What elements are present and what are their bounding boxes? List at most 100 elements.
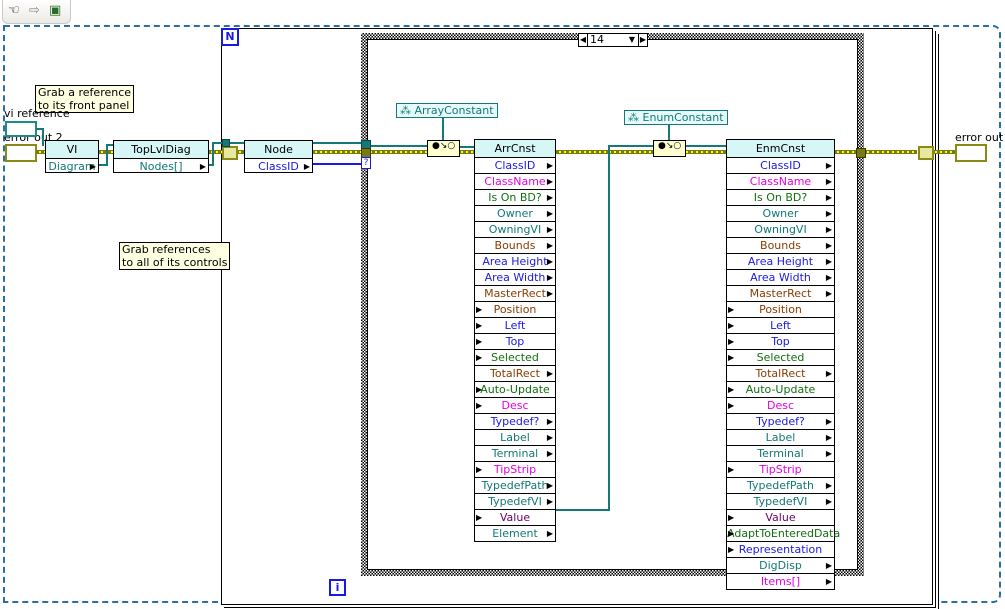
- reference-wire: [42, 128, 44, 146]
- property-row[interactable]: OwningVI ▶: [727, 222, 834, 238]
- case-selector-terminal[interactable]: ?: [361, 157, 371, 169]
- output-arrow-icon: ▶: [546, 273, 553, 282]
- property-row[interactable]: TotalRect ▶: [727, 366, 834, 382]
- property-row[interactable]: Is On BD? ▶: [475, 190, 555, 206]
- property-row[interactable]: MasterRect ▶: [727, 286, 834, 302]
- property-row[interactable]: TypedefVI ▶: [475, 494, 555, 510]
- case-next-arrow-icon[interactable]: ▶: [638, 34, 647, 46]
- run-arrow-icon[interactable]: ⇨: [29, 3, 40, 19]
- property-row[interactable]: Typedef? ▶: [727, 414, 834, 430]
- shift-register-left[interactable]: [222, 146, 238, 160]
- shift-register-right[interactable]: [918, 146, 934, 160]
- property-row[interactable]: ▶ Auto-Update: [475, 382, 555, 398]
- property-row[interactable]: MasterRect ▶: [475, 286, 555, 302]
- property-row[interactable]: OwningVI ▶: [475, 222, 555, 238]
- hand-operate-icon[interactable]: ☜: [8, 3, 20, 19]
- property-row[interactable]: Bounds ▶: [727, 238, 834, 254]
- output-arrow-icon: ▶: [825, 561, 832, 570]
- toplvldiag-property-node[interactable]: TopLvlDiag Nodes[] ▶: [113, 140, 209, 173]
- property-row[interactable]: ClassID ▶: [475, 158, 555, 174]
- property-nodes[interactable]: Nodes[] ▶: [114, 159, 208, 174]
- array-constant-class[interactable]: ⁂ ArrayConstant: [396, 103, 498, 118]
- classid-wire: [312, 163, 362, 165]
- property-row[interactable]: DigDisp ▶: [727, 558, 834, 574]
- property-row[interactable]: Terminal ▶: [727, 446, 834, 462]
- property-row[interactable]: ▶ Selected: [475, 350, 555, 366]
- output-arrow-icon: ▶: [199, 162, 206, 171]
- property-row[interactable]: ▶ Representation: [727, 542, 834, 558]
- enum-constant-class[interactable]: ⁂ EnumConstant: [624, 110, 728, 125]
- property-row[interactable]: Bounds ▶: [475, 238, 555, 254]
- property-row[interactable]: Area Height ▶: [475, 254, 555, 270]
- property-row[interactable]: Typedef? ▶: [475, 414, 555, 430]
- property-row[interactable]: ▶ Value: [727, 510, 834, 526]
- output-arrow-icon: ▶: [825, 449, 832, 458]
- property-row[interactable]: Area Width ▶: [475, 270, 555, 286]
- error-wire: [458, 150, 474, 154]
- property-row[interactable]: Label ▶: [475, 430, 555, 446]
- error-in-control[interactable]: [5, 144, 37, 162]
- input-arrow-icon: ▶: [728, 513, 735, 522]
- property-row[interactable]: ▶ Desc: [727, 398, 834, 414]
- node-property-node[interactable]: Node ClassID ▶: [244, 140, 313, 173]
- property-label: Representation: [738, 543, 823, 556]
- class-label: ArrayConstant: [414, 104, 494, 117]
- reference-wire: [683, 145, 726, 147]
- class-icon: ⁂: [628, 111, 643, 124]
- error-out-label: error out: [955, 131, 1004, 144]
- property-row[interactable]: ▶ AdaptToEnteredData: [727, 526, 840, 542]
- input-arrow-icon: ▶: [476, 305, 483, 314]
- property-row[interactable]: Area Width ▶: [727, 270, 834, 286]
- property-row[interactable]: Items[] ▶: [727, 574, 834, 589]
- property-row[interactable]: Owner ▶: [727, 206, 834, 222]
- property-row[interactable]: ▶ Desc: [475, 398, 555, 414]
- case-selector[interactable]: ◀ 14 ▼ ▶: [578, 33, 648, 47]
- property-row[interactable]: ▶ Left: [475, 318, 555, 334]
- case-error-output-tunnel[interactable]: [856, 148, 866, 158]
- property-row[interactable]: ClassName ▶: [475, 174, 555, 190]
- property-row[interactable]: Terminal ▶: [475, 446, 555, 462]
- error-out-indicator[interactable]: [955, 144, 987, 162]
- vi-reference-control[interactable]: [5, 121, 37, 137]
- enmcnst-property-node[interactable]: EnmCnst ClassID ▶ ClassName ▶ Is On BD? ▶ Owne…: [726, 139, 840, 590]
- property-classid[interactable]: ClassID ▶: [245, 159, 312, 174]
- property-row[interactable]: ▶ Top: [727, 334, 834, 350]
- property-row[interactable]: Is On BD? ▶: [727, 190, 834, 206]
- case-dropdown-icon[interactable]: ▼: [629, 34, 635, 46]
- loop-count-terminal[interactable]: N: [221, 28, 239, 46]
- property-row[interactable]: ▶ Selected: [727, 350, 834, 366]
- loop-iteration-terminal[interactable]: i: [329, 579, 346, 596]
- property-label: Bounds: [494, 239, 536, 252]
- property-row[interactable]: ▶ TipStrip: [475, 462, 555, 478]
- property-label: Label: [765, 431, 796, 444]
- property-row[interactable]: ▶ Position: [475, 302, 555, 318]
- property-row[interactable]: ▶ Auto-Update: [727, 382, 834, 398]
- input-arrow-icon: ▶: [476, 513, 483, 522]
- property-row[interactable]: Area Height ▶: [727, 254, 834, 270]
- property-row[interactable]: Label ▶: [727, 430, 834, 446]
- vi-property-node[interactable]: VI Diagram ▶: [45, 140, 99, 173]
- property-diagram[interactable]: Diagram ▶: [46, 159, 98, 174]
- property-row[interactable]: ClassID ▶: [727, 158, 834, 174]
- property-row[interactable]: ClassName ▶: [727, 174, 834, 190]
- auto-index-tunnel[interactable]: [222, 139, 230, 147]
- property-row[interactable]: ▶ TipStrip: [727, 462, 834, 478]
- input-arrow-icon: ▶: [728, 321, 735, 330]
- property-row[interactable]: TotalRect ▶: [475, 366, 555, 382]
- property-row[interactable]: TypedefPath ▶: [727, 478, 834, 494]
- property-row[interactable]: ▶ Left: [727, 318, 834, 334]
- property-row[interactable]: TypedefVI ▶: [727, 494, 834, 510]
- case-prev-arrow-icon[interactable]: ◀: [579, 34, 588, 46]
- property-row[interactable]: ▶ Position: [727, 302, 834, 318]
- property-row[interactable]: ▶ Value: [475, 510, 555, 526]
- arrcnst-property-node[interactable]: ArrCnst ClassID ▶ ClassName ▶ Is On BD? ▶ Owne…: [474, 139, 556, 542]
- property-row[interactable]: Owner ▶: [475, 206, 555, 222]
- property-row[interactable]: Element ▶: [475, 526, 555, 541]
- highlight-execution-icon[interactable]: ▣: [49, 3, 61, 19]
- property-row[interactable]: TypedefPath ▶: [475, 478, 555, 494]
- property-row[interactable]: ▶ Top: [475, 334, 555, 350]
- property-label: Top: [771, 335, 790, 348]
- to-more-specific-class-node[interactable]: ●↘○: [653, 140, 686, 157]
- to-more-specific-class-node[interactable]: ●↘○: [427, 140, 460, 157]
- reference-wire: [608, 145, 610, 510]
